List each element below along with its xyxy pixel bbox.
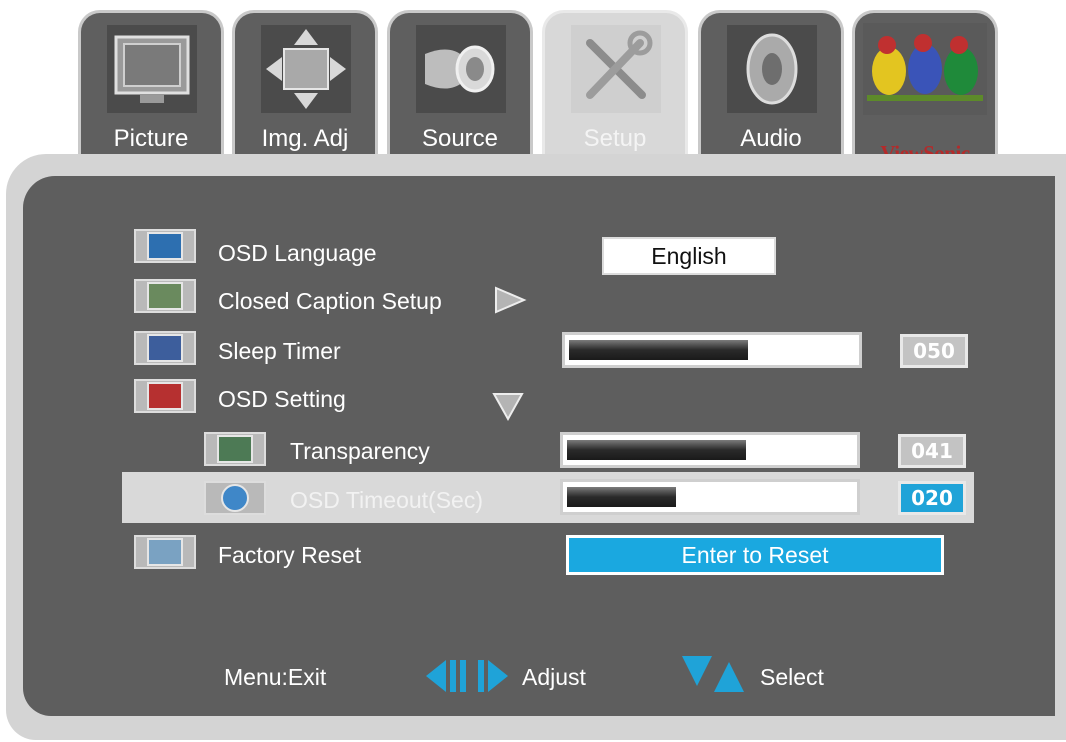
osd-timeout-label: OSD Timeout(Sec) [290, 487, 483, 513]
enter-to-reset-button[interactable]: Enter to Reset [566, 535, 944, 575]
osd-setting-label: OSD Setting [218, 386, 346, 412]
tab-source[interactable]: Source [387, 10, 533, 160]
slider-fill [567, 440, 746, 460]
submenu-down-arrow-icon[interactable] [490, 390, 526, 422]
osd-timeout-slider[interactable] [560, 479, 860, 515]
sleep-timer-value: 050 [900, 334, 968, 368]
tab-setup[interactable]: Setup [542, 10, 688, 160]
tab-label: Img. Adj [261, 125, 349, 152]
footer-adjust-hint: Adjust [522, 664, 586, 690]
sleep-timer-slider[interactable] [562, 332, 862, 368]
transparency-label: Transparency [290, 438, 430, 464]
transparency-icon [204, 432, 266, 466]
tab-img-adj[interactable]: Img. Adj [232, 10, 378, 160]
tab-brand[interactable]: ViewSonic [852, 10, 998, 165]
closed-caption-label: Closed Caption Setup [218, 288, 442, 314]
tab-label: Audio [740, 125, 802, 152]
timer-icon [204, 481, 266, 515]
speaker-icon [727, 25, 817, 113]
osd-language-label: OSD Language [218, 240, 377, 266]
osd-icon [134, 379, 196, 413]
image-adjust-icon [261, 25, 351, 113]
sleep-timer-label: Sleep Timer [218, 338, 341, 364]
osd-language-value[interactable]: English [602, 237, 776, 275]
caption-icon [134, 279, 196, 313]
footer-select-hint: Select [760, 664, 824, 690]
footer-exit-hint: Menu:Exit [224, 664, 327, 690]
slider-fill [569, 340, 748, 360]
tools-icon [571, 25, 661, 113]
transparency-slider[interactable] [560, 432, 860, 468]
left-right-arrows-icon [426, 660, 508, 692]
factory-reset-label: Factory Reset [218, 542, 362, 568]
slider-fill [567, 487, 676, 507]
submenu-right-arrow-icon[interactable] [490, 285, 530, 315]
up-down-arrows-icon [682, 656, 744, 692]
osd-timeout-value: 020 [898, 481, 966, 515]
zzz-icon [134, 331, 196, 365]
tab-picture[interactable]: Picture [78, 10, 224, 160]
tab-label: Setup [583, 125, 647, 152]
transparency-value: 041 [898, 434, 966, 468]
tab-label: Picture [113, 125, 189, 152]
tab-label: Source [421, 125, 499, 152]
tab-audio[interactable]: Audio [698, 10, 844, 160]
reset-icon [134, 535, 196, 569]
birds-logo-icon [863, 23, 987, 115]
globe-map-icon [134, 229, 196, 263]
tv-monitor-icon [107, 25, 197, 113]
source-input-icon [416, 25, 506, 113]
